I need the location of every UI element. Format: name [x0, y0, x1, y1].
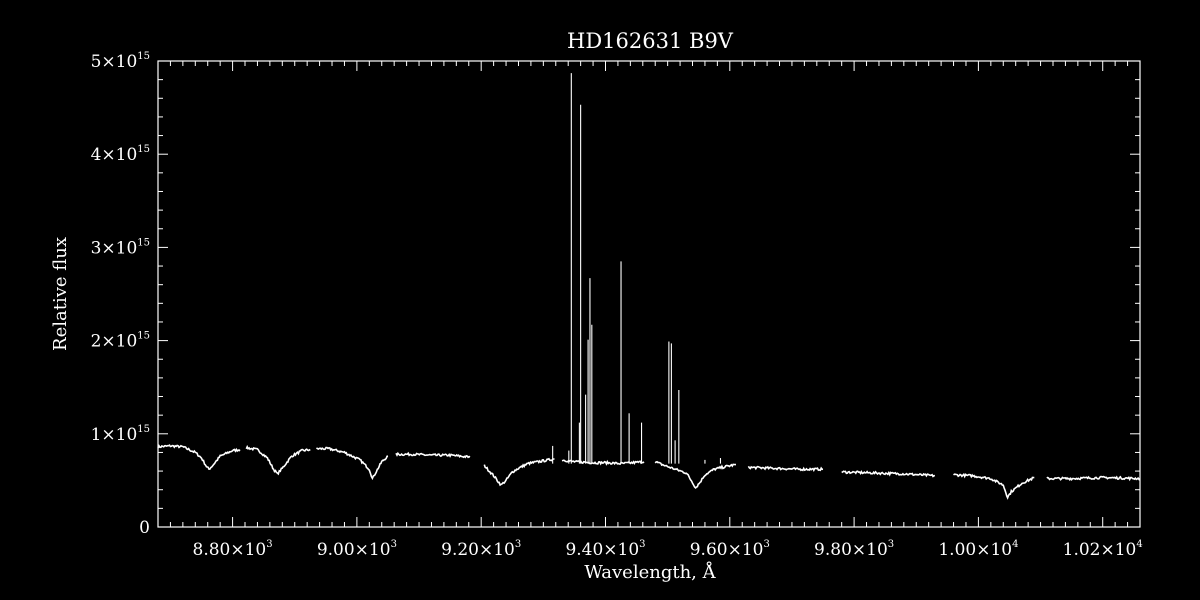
spectrum-chart: HD162631 B9V Wavelength, Å Relative flux…	[50, 29, 1143, 583]
y-tick-label: 1×1015	[91, 424, 150, 445]
x-tick-label: 1.02×104	[1063, 539, 1143, 560]
x-tick-label: 9.60×103	[690, 539, 770, 560]
spectrum-segment-6	[561, 459, 645, 466]
chart-title: HD162631 B9V	[567, 29, 734, 53]
tick-labels: 8.80×103 9.00×103 9.20×103 9.40×103 9.60×103…	[91, 51, 1143, 560]
spectrum-segment-5	[483, 457, 555, 487]
x-tick-label: 8.80×103	[193, 539, 273, 560]
x-tick-label: 1.00×104	[938, 539, 1018, 560]
spectrum-segment-10	[953, 472, 1035, 500]
spectrum-segment-9	[841, 470, 935, 478]
spectrum-segment-11	[1046, 475, 1141, 482]
spectrum-segment-1	[157, 444, 241, 471]
x-tick-label: 9.40×103	[565, 539, 645, 560]
spectrum-segment-4	[395, 451, 471, 459]
emission-spikes	[552, 73, 722, 464]
spectrum-series	[157, 444, 1141, 500]
y-tick-label: 3×1015	[91, 237, 150, 258]
tick-marks	[157, 60, 1141, 528]
plot-frame	[157, 60, 1141, 528]
x-axis-label: Wavelength, Å	[584, 561, 716, 583]
y-tick-label: 5×1015	[91, 51, 150, 72]
y-tick-label: 4×1015	[91, 144, 150, 165]
spectrum-segment-8	[747, 465, 824, 473]
spectrum-segment-3	[315, 446, 389, 481]
x-tick-label: 9.80×103	[814, 539, 894, 560]
y-tick-label: 0	[139, 518, 150, 538]
y-axis-label: Relative flux	[50, 237, 71, 351]
y-tick-label: 2×1015	[91, 331, 150, 352]
x-tick-label: 9.20×103	[441, 539, 521, 560]
spectrum-segment-2	[245, 444, 311, 476]
x-tick-label: 9.00×103	[317, 539, 397, 560]
spectrum-segment-7	[654, 460, 736, 490]
